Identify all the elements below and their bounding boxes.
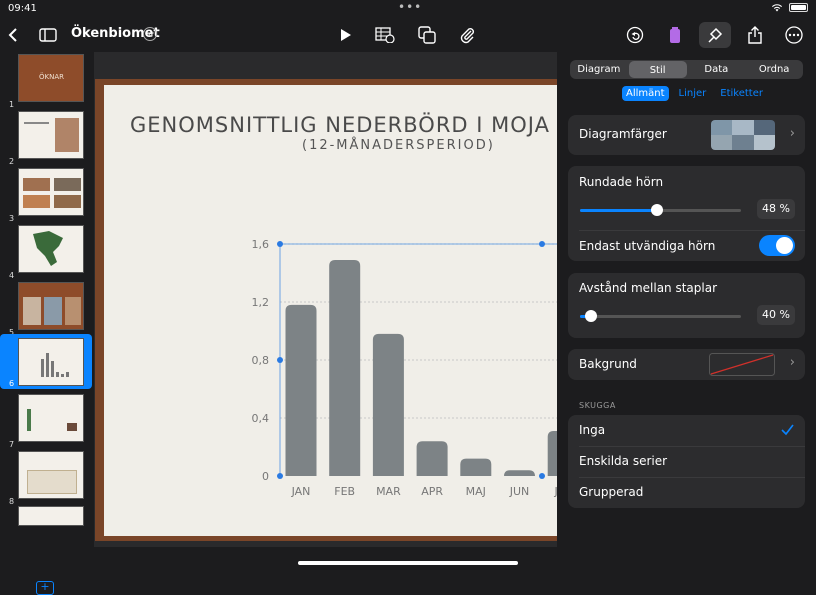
slide-thumb-2[interactable]: 2 (0, 109, 92, 167)
slide-thumb-5[interactable]: 5 (0, 280, 92, 338)
chart-bar (547, 431, 557, 476)
tab-ordna[interactable]: Ordna (745, 60, 803, 79)
slide-6: GENOMSNITTLIG NEDERBÖRD I MOJA (12-MÅNAD… (104, 85, 557, 536)
rounded-corners-slider[interactable] (580, 204, 741, 216)
chevron-down-icon[interactable] (143, 27, 157, 41)
status-bar: 09:41 ••• (0, 0, 816, 18)
clock: 09:41 (8, 3, 37, 14)
outer-corners-toggle[interactable] (759, 235, 795, 256)
background-swatch[interactable] (709, 353, 775, 376)
tab-data[interactable]: Data (688, 60, 746, 79)
rounded-corners-group: Rundade hörn 48 % Endast utvändiga hörn (568, 166, 805, 261)
add-slide-button[interactable]: + (36, 581, 54, 595)
table-icon[interactable] (372, 22, 398, 48)
selection-handle (539, 473, 545, 479)
shadow-options: Inga Enskilda serier Grupperad (568, 415, 805, 508)
rounded-corners-label: Rundade hörn (579, 175, 664, 189)
shadow-option-none[interactable]: Inga (568, 415, 805, 446)
chart-colors-row[interactable]: Diagramfärger › (568, 115, 805, 155)
slide-thumb-3[interactable]: 3 (0, 166, 92, 224)
y-tick-label: 0 (262, 470, 269, 483)
collab-icon[interactable] (662, 22, 688, 48)
chart-bar (372, 333, 404, 476)
selection-handle (277, 241, 283, 247)
status-icons (771, 3, 808, 12)
wifi-icon (772, 4, 782, 12)
chart-bar (416, 441, 448, 476)
background-row[interactable]: Bakgrund › (568, 349, 805, 380)
bar-gap-label: Avstånd mellan staplar (579, 281, 718, 295)
x-tick-label: MAJ (466, 485, 486, 498)
bar-gap-group: Avstånd mellan staplar 40 % (568, 273, 805, 338)
checkmark-icon (781, 424, 794, 436)
undo-icon[interactable] (622, 22, 648, 48)
battery-icon (789, 3, 808, 12)
slide-thumb-6[interactable]: 6 (0, 334, 92, 389)
play-icon[interactable] (333, 22, 359, 48)
background-label: Bakgrund (579, 357, 637, 371)
format-tabs: Diagram Stil Data Ordna (570, 60, 803, 79)
bar-gap-slider[interactable] (580, 310, 741, 322)
home-indicator[interactable] (298, 561, 518, 565)
shapes-icon[interactable] (414, 22, 440, 48)
chart-colors-label: Diagramfärger (579, 127, 667, 141)
outer-corners-label: Endast utvändiga hörn (579, 239, 716, 253)
bar-gap-value[interactable]: 40 % (757, 305, 795, 325)
more-icon[interactable] (781, 22, 807, 48)
bar-chart[interactable]: 00,40,81,21,6JANFEBMARAPRMAJJUNJUL (104, 85, 557, 505)
tab-diagram[interactable]: Diagram (570, 60, 628, 79)
x-tick-label: FEB (334, 485, 355, 498)
shadow-option-individual[interactable]: Enskilda serier (568, 446, 805, 477)
subtab-linjer[interactable]: Linjer (675, 86, 711, 101)
shadow-header: SKUGGA (579, 401, 616, 410)
share-icon[interactable] (742, 22, 768, 48)
slide-navigator: ÖKNAR 1 2 3 4 5 6 7 8 + (0, 52, 94, 595)
chevron-right-icon: › (789, 355, 795, 370)
chart-colors-swatch[interactable] (711, 120, 775, 150)
x-tick-label: APR (421, 485, 443, 498)
chart-bar (285, 304, 317, 476)
chart-bar (504, 470, 535, 477)
slider-knob[interactable] (585, 310, 597, 322)
selection-handle (277, 357, 283, 363)
x-tick-label: MAR (376, 485, 401, 498)
slide-thumb-1[interactable]: ÖKNAR 1 (0, 52, 92, 110)
y-tick-label: 0,4 (252, 412, 270, 425)
slider-knob[interactable] (651, 204, 663, 216)
y-tick-label: 1,6 (252, 238, 270, 251)
slide-thumb-9[interactable] (0, 504, 92, 526)
toolbar: Ökenbiomet (0, 18, 816, 52)
back-icon[interactable] (0, 22, 26, 48)
sidebar-icon[interactable] (35, 22, 61, 48)
slide-thumb-title: ÖKNAR (39, 73, 64, 81)
slide-thumb-8[interactable]: 8 (0, 449, 92, 507)
shadow-option-grouped[interactable]: Grupperad (568, 477, 805, 508)
format-panel: Diagram Stil Data Ordna Allmänt Linjer E… (557, 52, 816, 567)
tab-stil[interactable]: Stil (628, 61, 687, 78)
chart-bar (329, 259, 361, 476)
slide-thumb-7[interactable]: 7 (0, 392, 92, 450)
rounded-corners-value[interactable]: 48 % (757, 199, 795, 219)
format-brush-icon[interactable] (699, 22, 731, 48)
selection-handle (539, 241, 545, 247)
slide-thumb-4[interactable]: 4 (0, 223, 92, 281)
x-tick-label: JAN (291, 485, 311, 498)
chart-bar (460, 458, 492, 476)
style-subtabs: Allmänt Linjer Etiketter (622, 86, 767, 101)
y-tick-label: 0,8 (252, 354, 270, 367)
selection-handle (277, 473, 283, 479)
subtab-allmant[interactable]: Allmänt (622, 86, 669, 101)
paperclip-icon[interactable] (454, 22, 480, 48)
y-tick-label: 1,2 (252, 296, 270, 309)
chevron-right-icon: › (789, 126, 795, 141)
x-tick-label: JUN (509, 485, 530, 498)
subtab-etiketter[interactable]: Etiketter (716, 86, 767, 101)
multitask-dots[interactable]: ••• (398, 0, 422, 14)
